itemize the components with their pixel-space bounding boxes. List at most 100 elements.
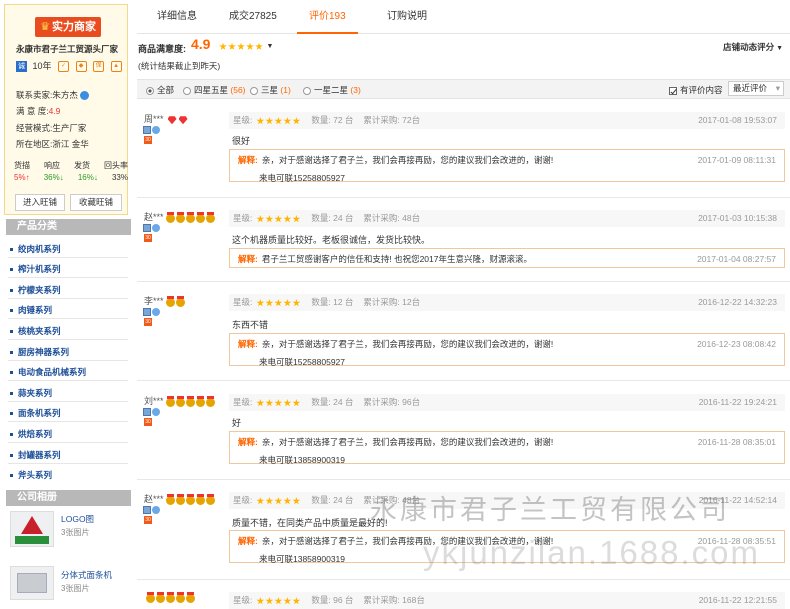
filter-4-5-star-radio[interactable]: 四星五星 (56) [183,84,246,96]
tab-order-info[interactable]: 订购说明 [375,0,439,34]
seller-reply: 解释: 亲，对于感谢选择了君子兰，我们会再接再励，您的建议我们会改进的，谢谢! 来电… [229,333,785,367]
album-count: 3张图片 [61,528,90,537]
medal-icon [175,295,185,307]
buyer-badges: 30 [143,124,160,144]
rating-stars [256,492,301,509]
store-dynamic-score[interactable]: 店铺动态评分 ▼ [723,41,783,53]
reviewer [144,591,196,603]
id-icon [143,223,151,232]
star-icon [246,42,254,50]
buyer-level [165,395,216,407]
rating-stars [256,294,301,311]
id-icon [143,307,151,316]
medal-icon [146,591,155,603]
medal-icon [186,591,195,603]
review-text: 好 [232,418,242,428]
chat-icon [152,307,160,316]
buyer-level [166,115,188,125]
tab-transactions[interactable]: 成交27825 [217,0,289,34]
album-name[interactable]: 分体式面条机 [61,569,112,581]
mode-row: 经营模式:生产厂家 [16,123,87,133]
category-item[interactable]: 面条机系列 [10,407,61,419]
tab-details[interactable]: 详细信息 [145,0,209,34]
buyer-badges: 30 [143,306,160,326]
tab-reviews[interactable]: 评价193 [297,0,358,34]
category-item[interactable]: 肉锤系列 [10,304,52,316]
medal-icon [195,211,205,223]
has-content-checkbox[interactable]: 有评价内容 [669,84,723,96]
category-item[interactable]: 核桃夹系列 [10,325,61,337]
guarantee-icon: 保 [93,61,105,73]
filter-3-star-radio[interactable]: 三星 (1) [250,84,291,96]
review-text: 东西不错 [232,320,269,330]
radio-icon [250,86,258,95]
album-thumbnail[interactable] [10,566,54,600]
category-item[interactable]: 绞肉机系列 [10,243,61,255]
id-icon [143,125,151,134]
seller-reply: 解释: 亲，对于感谢选择了君子兰，我们会再接再励，您的建议我们会改进的，谢谢! 来电… [229,149,785,183]
trade-icon: 30 [144,135,152,144]
category-item[interactable]: 封罐器系列 [10,449,61,461]
seller-reply: 解释: 亲，对于感谢选择了君子兰，我们会再接再励，您的建议我们会改进的，谢谢! 来电… [229,431,785,465]
seller-reply: 解释: 君子兰工贸感谢客户的信任和支持! 也祝您2017年生意兴隆，财源滚滚。 20… [229,248,785,268]
review-meta: 星级: 数量: 12 台累计采购: 12台 2016-12-22 14:32:23 [229,294,785,311]
favorite-store-button[interactable]: 收藏旺铺 [70,194,122,211]
buyer-badges: 30 [143,504,160,524]
rating-stars [256,112,301,129]
stats-note: (统计结果截止到昨天) [138,61,221,71]
review-meta: 星级: 数量: 24 台累计采购: 96台 2016-11-22 19:24:21 [229,394,785,411]
medal-icon [205,493,215,505]
buyer-level [146,591,196,603]
sort-select[interactable]: 最近评价 ▾ [728,81,784,96]
album-thumbnail[interactable] [10,511,54,547]
review-meta: 星级: 数量: 72 台累计采购: 72台 2017-01-08 19:53:07 [229,112,785,129]
medal-icon [176,591,185,603]
satisfaction-score: 4.9 [191,36,211,52]
store-years: 诚 10年 ✓ ◆ 保 ▲ [16,59,134,73]
trade-icon: 30 [144,417,152,426]
star-icon [228,42,236,50]
satisfaction-label: 商品满意度: [138,44,186,54]
noodle-machine-image [17,573,47,593]
flag-icon: ▲ [110,61,122,73]
filter-1-2-star-radio[interactable]: 一星二星 (3) [303,84,361,96]
medal-icon [165,493,175,505]
buyer-level [165,295,186,307]
store-sidebar: ♛ 实力商家 永康市君子兰工贸源头厂家 诚 10年 ✓ ◆ 保 ▲ 联系卖家:朱方… [0,0,131,600]
checkbox-icon [669,86,677,95]
category-item[interactable]: 烘焙系列 [10,428,52,440]
category-item[interactable]: 厨房神器系列 [10,346,69,358]
filter-all-radio[interactable]: 全部 [146,84,174,96]
medal-icon [205,395,215,407]
caret-down-icon[interactable]: ▼ [267,43,274,50]
stats-values: 5%↑ 36%↓ 16%↓ 33% [14,173,128,182]
enter-store-button[interactable]: 进入旺铺 [15,194,65,211]
buyer-level [165,493,216,505]
albums-header: 公司相册 [6,490,131,506]
radio-icon [303,86,311,95]
logo-image [21,516,43,534]
shield-icon: ◆ [75,61,87,73]
watermark-url: ykjunzilan.1688.com [423,534,760,571]
album-name[interactable]: LOGO图 [61,513,94,525]
store-name[interactable]: 永康市君子兰工贸源头厂家 [16,43,118,55]
medal-icon [166,591,175,603]
medal-icon [165,395,175,407]
years-value: 10年 [32,61,52,71]
category-item[interactable]: 斧头系列 [10,469,52,481]
buyer-level [165,211,216,223]
star-icon [237,42,245,50]
wangwang-icon[interactable] [80,91,90,101]
category-item[interactable]: 榨汁机系列 [10,263,61,275]
crown-icon: ♛ [40,21,50,33]
category-item[interactable]: 电动食品机械系列 [10,366,86,378]
diamond-icon [178,116,188,125]
cert-badge: 诚 [16,61,27,73]
satisfaction-stars: ▼ [219,41,273,51]
category-item[interactable]: 蒜夹系列 [10,387,52,399]
medal-icon [185,211,195,223]
medal-icon [185,493,195,505]
medal-icon [205,211,215,223]
stats-headers: 货描 响应 发货 回头率 [14,161,128,170]
category-item[interactable]: 柠檬夹系列 [10,284,61,296]
